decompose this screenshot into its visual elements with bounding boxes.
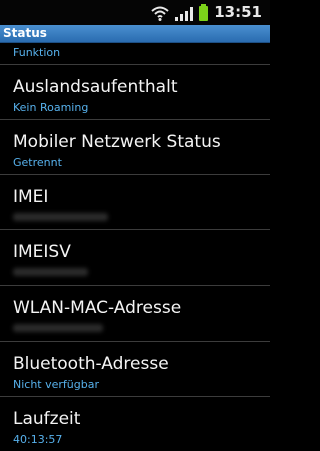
list-item-label: IMEISV	[13, 242, 71, 262]
list-item-imeisv[interactable]: IMEISV	[0, 230, 270, 286]
list-item-value: Getrennt	[13, 156, 62, 169]
redacted-value	[13, 268, 88, 276]
page-title: Status	[3, 26, 47, 40]
status-bar: 13:51	[0, 0, 270, 25]
signal-strength-icon	[175, 7, 193, 21]
list-item-imei[interactable]: IMEI	[0, 175, 270, 230]
list-item-auslandsaufenthalt[interactable]: Auslandsaufenthalt Kein Roaming	[0, 65, 270, 120]
wifi-icon	[151, 6, 169, 21]
list-item-wlan-mac-adresse[interactable]: WLAN-MAC-Adresse	[0, 286, 270, 342]
list-item-mobiler-netzwerk-status[interactable]: Mobiler Netzwerk Status Getrennt	[0, 120, 270, 175]
list-item-bluetooth-adresse[interactable]: Bluetooth-Adresse Nicht verfügbar	[0, 342, 270, 397]
list-item-value: Nicht verfügbar	[13, 378, 99, 391]
list-item-label: IMEI	[13, 187, 49, 207]
list-item-label: Bluetooth-Adresse	[13, 354, 169, 374]
battery-icon	[199, 4, 208, 21]
clock: 13:51	[214, 3, 262, 21]
list-item-value: 40:13:57	[13, 433, 63, 446]
title-bar: Status	[0, 25, 270, 43]
list-item-value: Funktion	[13, 46, 61, 59]
status-list: Funktion Auslandsaufenthalt Kein Roaming…	[0, 43, 270, 451]
list-item-laufzeit[interactable]: Laufzeit 40:13:57	[0, 397, 270, 451]
list-item-label: Mobiler Netzwerk Status	[13, 132, 221, 152]
redacted-value	[13, 324, 103, 332]
list-item-label: WLAN-MAC-Adresse	[13, 298, 182, 318]
list-item-label: Laufzeit	[13, 409, 81, 429]
list-item-label: Auslandsaufenthalt	[13, 77, 178, 97]
list-item-funktion[interactable]: Funktion	[0, 43, 270, 65]
list-item-value: Kein Roaming	[13, 101, 89, 114]
redacted-value	[13, 213, 108, 221]
